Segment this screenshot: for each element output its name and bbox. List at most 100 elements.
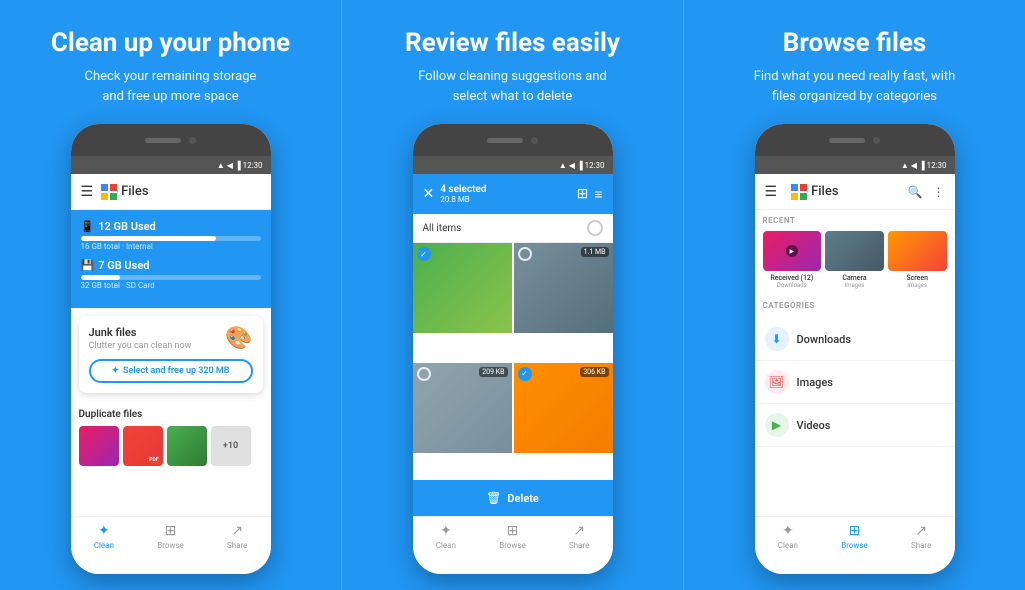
- delete-bar: 🗑 Delete: [413, 480, 613, 516]
- logo-square-3: [791, 184, 807, 200]
- phone-content-2: ✕ 4 selected 20.8 MB ⊞ ≡ All items ✓ 1: [413, 174, 613, 554]
- recent-name-screen: Screen: [906, 274, 928, 282]
- recent-item-screen[interactable]: Screen Images: [888, 231, 947, 289]
- clean-nav-label: Clean: [94, 541, 114, 550]
- phone-camera-1: [189, 137, 196, 144]
- nav-share-2[interactable]: ↗ Share: [546, 517, 613, 554]
- recent-item-camera[interactable]: Camera Images: [825, 231, 884, 289]
- recent-section: RECENT ▶ Received (12) Downloads Camera …: [755, 210, 955, 295]
- panel1-title: Clean up your phone: [51, 28, 290, 59]
- phone-mockup-2: ▲ ◀ ▐ 12:30 ✕ 4 selected 20.8 MB ⊞ ≡ All…: [413, 124, 613, 574]
- cell-check-1[interactable]: ✓: [417, 247, 431, 261]
- search-icon[interactable]: 🔍: [908, 185, 923, 199]
- grid-cell-3: 209 KB: [413, 363, 512, 453]
- recent-thumb-camera: [825, 231, 884, 271]
- select-all-circle[interactable]: [587, 220, 603, 236]
- storage-bar-internal: [81, 236, 261, 241]
- clean-nav-icon-2: ✦: [440, 523, 452, 539]
- status-icons-2: ▲ ◀ ▐ 12:30: [559, 161, 605, 170]
- clean-nav-icon-3: ✦: [782, 523, 794, 539]
- storage-fill-internal: [81, 236, 216, 241]
- phone-top-2: [413, 124, 613, 156]
- signal-icon: ▲: [217, 161, 225, 170]
- all-items-label: All items: [423, 223, 462, 234]
- dup-img-2: PDF: [123, 426, 163, 466]
- select-free-button[interactable]: ✦ Select and free up 320 MB: [89, 359, 253, 383]
- status-bar-2: ▲ ◀ ▐ 12:30: [413, 156, 613, 174]
- battery-icon-2: ▐: [577, 161, 583, 170]
- cell-check-2[interactable]: [518, 247, 532, 261]
- nav-browse-2[interactable]: ⊞ Browse: [479, 517, 546, 554]
- duplicate-section: Duplicate files PDF +10: [71, 401, 271, 516]
- nav-browse-1[interactable]: ⊞ Browse: [137, 517, 204, 554]
- grid-cell-1: ✓: [413, 243, 512, 333]
- nav-share-1[interactable]: ↗ Share: [204, 517, 271, 554]
- storage-sub-internal: 16 GB total · Internal: [81, 242, 261, 251]
- panel2-subtitle: Follow cleaning suggestions andselect wh…: [418, 67, 607, 106]
- logo-br: [110, 193, 117, 200]
- nav-clean-1[interactable]: ✦ Clean: [71, 517, 138, 554]
- junk-files-card: Junk files Clutter you can clean now 🎨 ✦…: [79, 316, 263, 393]
- logo-bl: [101, 193, 108, 200]
- recent-label: RECENT: [763, 216, 947, 225]
- phone-mockup-1: ▲ ◀ ▐ 12:30 ☰ Files: [71, 124, 271, 574]
- recent-thumb-received: ▶: [763, 231, 822, 271]
- phone-speaker-2: [487, 138, 523, 143]
- bottom-nav-2: ✦ Clean ⊞ Browse ↗ Share: [413, 516, 613, 554]
- wifi-icon: ◀: [227, 161, 233, 170]
- panel-clean: Clean up your phone Check your remaining…: [0, 0, 341, 590]
- clean-nav-label-3: Clean: [778, 541, 798, 550]
- images-icon: 🖼: [765, 370, 789, 394]
- browse-nav-icon-2: ⊞: [507, 523, 519, 539]
- nav-share-3[interactable]: ↗ Share: [888, 517, 955, 554]
- review-selected-info: 4 selected 20.8 MB: [440, 184, 570, 204]
- grid-cell-2: 1.1 MB: [514, 243, 613, 333]
- panel3-subtitle: Find what you need really fast, withfile…: [754, 67, 956, 106]
- storage-label-internal: 📱 12 GB Used: [81, 220, 261, 233]
- category-downloads[interactable]: ⬇ Downloads: [755, 318, 955, 361]
- nav-clean-2[interactable]: ✦ Clean: [413, 517, 480, 554]
- all-items-bar: All items: [413, 214, 613, 243]
- junk-title: Junk files: [89, 326, 192, 339]
- cell-size-3: 209 KB: [479, 367, 507, 377]
- nav-clean-3[interactable]: ✦ Clean: [755, 517, 822, 554]
- browse-nav-label-3: Browse: [841, 541, 868, 550]
- play-icon: ▶: [786, 245, 798, 257]
- app-name-1: Files: [121, 184, 148, 199]
- recent-type-received: Downloads: [777, 282, 807, 289]
- recent-grid: ▶ Received (12) Downloads Camera Images …: [763, 231, 947, 289]
- category-videos[interactable]: ▶ Videos: [755, 404, 955, 447]
- bottom-nav-1: ✦ Clean ⊞ Browse ↗ Share: [71, 516, 271, 554]
- cell-check-3[interactable]: [417, 367, 431, 381]
- wifi-icon-2: ◀: [569, 161, 575, 170]
- category-images[interactable]: 🖼 Images: [755, 361, 955, 404]
- app-bar-browse: ☰ Files 🔍 ⋮: [755, 174, 955, 210]
- recent-item-received[interactable]: ▶ Received (12) Downloads: [763, 231, 822, 289]
- selected-count: 4 selected: [440, 184, 570, 195]
- storage-label-sd: 💾 7 GB Used: [81, 259, 261, 272]
- delete-label[interactable]: Delete: [507, 492, 538, 505]
- cell-size-4: 306 KB: [580, 367, 608, 377]
- app-bar-clean: ☰ Files: [71, 174, 271, 210]
- phone-camera-2: [531, 137, 538, 144]
- panel3-title: Browse files: [783, 28, 927, 59]
- phone-top-1: [71, 124, 271, 156]
- cell-check-4[interactable]: ✓: [518, 367, 532, 381]
- files-logo-3: Files: [791, 184, 901, 200]
- more-options-icon[interactable]: ⋮: [933, 185, 945, 199]
- pdf-badge: PDF: [147, 456, 160, 464]
- browse-nav-label-1: Browse: [157, 541, 184, 550]
- recent-name-received: Received (12): [770, 274, 813, 282]
- image-grid: ✓ 1.1 MB 209 KB ✓ 306 KB: [413, 243, 613, 480]
- status-bar-3: ▲ ◀ ▐ 12:30: [755, 156, 955, 174]
- recent-name-camera: Camera: [842, 274, 866, 282]
- videos-icon: ▶: [765, 413, 789, 437]
- hamburger-icon-3: ☰: [765, 184, 778, 200]
- categories-label: CATEGORIES: [763, 301, 947, 310]
- recent-thumb-screen: [888, 231, 947, 271]
- share-nav-label-2: Share: [569, 541, 589, 550]
- sd-icon: 💾: [81, 259, 95, 272]
- status-icons-1: ▲ ◀ ▐ 12:30: [217, 161, 263, 170]
- logo-tr: [110, 184, 117, 191]
- nav-browse-3[interactable]: ⊞ Browse: [821, 517, 888, 554]
